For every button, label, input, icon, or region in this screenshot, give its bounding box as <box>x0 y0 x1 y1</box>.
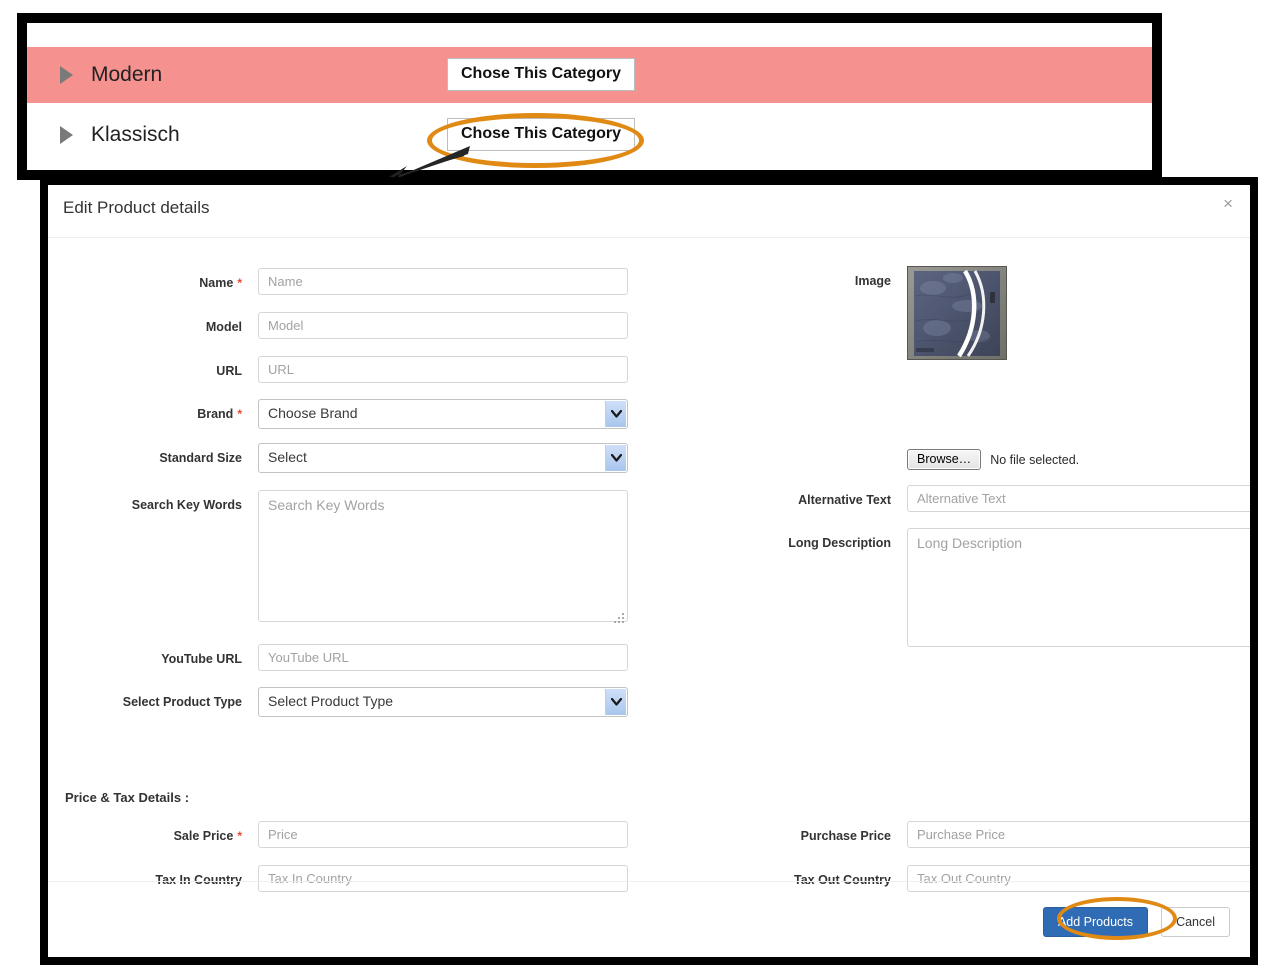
search-key-words-textarea[interactable] <box>258 490 628 622</box>
label-long-description: Long Description <box>788 536 891 550</box>
label-sale-price: Sale Price * <box>173 829 242 843</box>
name-input[interactable] <box>258 268 628 295</box>
required-marker: * <box>237 829 242 843</box>
chose-this-category-button-modern[interactable]: Chose This Category <box>447 58 636 91</box>
field-row-long-description: Long Description <box>648 528 1250 652</box>
field-row-model: Model <box>48 312 628 339</box>
product-type-select[interactable]: Select Product Type <box>258 687 628 717</box>
chevron-down-icon[interactable] <box>605 689 626 715</box>
field-row-search-key-words: Search Key Words <box>48 490 628 627</box>
cancel-button[interactable]: Cancel <box>1161 907 1230 937</box>
standard-size-select-value: Select <box>268 449 307 465</box>
field-row-image: Image <box>648 266 1007 360</box>
modal-inner: Edit Product details × Name* Model <box>48 185 1250 957</box>
price-tax-details-heading: Price & Tax Details : <box>65 790 190 805</box>
category-label-klassisch: Klassisch <box>91 123 180 146</box>
required-marker: * <box>237 407 242 421</box>
label-name: Name * <box>199 276 242 290</box>
required-marker: * <box>237 276 242 290</box>
brand-select-value: Choose Brand <box>268 405 358 421</box>
product-image-thumbnail <box>907 266 1007 360</box>
chevron-down-icon[interactable] <box>605 401 626 427</box>
category-label-modern: Modern <box>91 63 163 86</box>
category-row-modern[interactable]: Modern Chose This Category <box>27 47 1152 103</box>
modal-title: Edit Product details <box>63 198 210 217</box>
youtube-url-input[interactable] <box>258 644 628 671</box>
category-list-panel: Modern Chose This Category Klassisch Cho… <box>17 13 1162 180</box>
field-row-standard-size: Standard Size Select <box>48 443 628 473</box>
chose-this-category-button-klassisch[interactable]: Chose This Category <box>447 118 636 151</box>
label-product-type: Select Product Type <box>122 695 242 709</box>
add-products-button[interactable]: Add Products <box>1042 907 1148 937</box>
expand-triangle-icon[interactable] <box>60 66 73 84</box>
modal-footer: Add Products Cancel <box>48 881 1250 957</box>
long-description-textarea[interactable] <box>907 528 1250 647</box>
category-row-klassisch[interactable]: Klassisch Chose This Category <box>27 107 1152 163</box>
label-purchase-price: Purchase Price <box>800 829 891 843</box>
field-row-name: Name * <box>48 268 628 295</box>
field-row-brand: Brand * Choose Brand <box>48 399 628 429</box>
standard-size-select[interactable]: Select <box>258 443 628 473</box>
label-standard-size: Standard Size <box>159 451 242 465</box>
chevron-down-icon[interactable] <box>605 445 626 471</box>
label-alternative-text: Alternative Text <box>798 493 891 507</box>
field-row-purchase-price: Purchase Price <box>648 821 1250 848</box>
field-row-url: URL <box>48 356 628 383</box>
field-row-product-type: Select Product Type Select Product Type <box>48 687 628 717</box>
file-status-text: No file selected. <box>990 452 1080 467</box>
alternative-text-input[interactable] <box>907 485 1250 512</box>
close-icon[interactable]: × <box>1223 195 1233 212</box>
field-row-youtube-url: YouTube URL <box>48 644 628 671</box>
product-type-select-value: Select Product Type <box>268 693 394 709</box>
model-input[interactable] <box>258 312 628 339</box>
label-image: Image <box>854 274 891 288</box>
expand-triangle-icon[interactable] <box>60 126 73 144</box>
brand-select[interactable]: Choose Brand <box>258 399 628 429</box>
file-upload-row: Browse… No file selected. <box>907 449 1079 470</box>
modal-body: Name* Model URL <box>48 238 1250 892</box>
label-model: Model <box>205 320 242 334</box>
modal-header: Edit Product details × <box>48 185 1250 238</box>
label-brand: Brand * <box>197 407 242 421</box>
browse-button[interactable]: Browse… <box>907 449 982 470</box>
sale-price-input[interactable] <box>258 821 628 848</box>
label-youtube-url: YouTube URL <box>161 652 242 666</box>
label-url: URL <box>216 364 242 378</box>
purchase-price-input[interactable] <box>907 821 1250 848</box>
field-row-alternative-text: Alternative Text <box>648 485 1250 512</box>
category-rows: Modern Chose This Category Klassisch Cho… <box>27 23 1152 170</box>
label-search-key-words: Search Key Words <box>131 498 242 512</box>
url-input[interactable] <box>258 356 628 383</box>
field-row-sale-price: Sale Price * <box>48 821 628 848</box>
edit-product-modal: Edit Product details × Name* Model <box>40 177 1258 965</box>
